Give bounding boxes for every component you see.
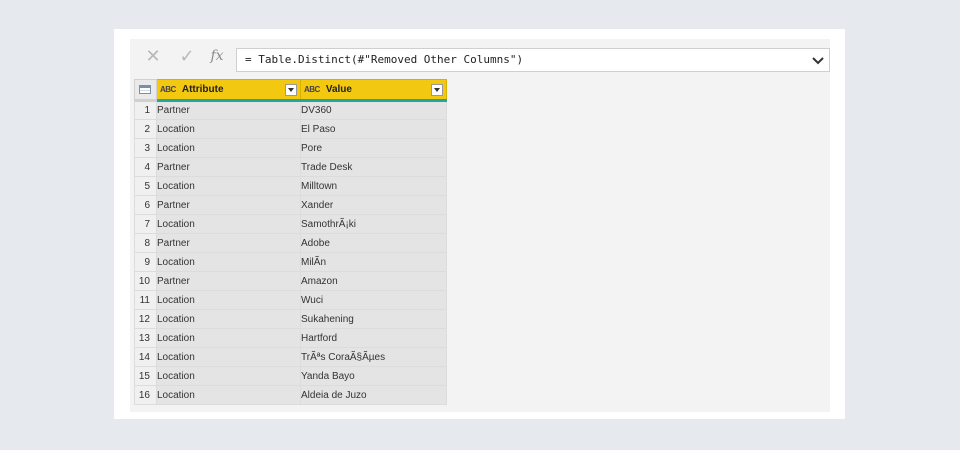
row-number[interactable]: 2	[134, 119, 157, 139]
formula-input[interactable]: = Table.Distinct(#"Removed Other Columns…	[236, 48, 830, 72]
row-number[interactable]: 3	[134, 138, 157, 158]
row-number[interactable]: 4	[134, 157, 157, 177]
attribute-cell[interactable]: Partner	[156, 100, 301, 120]
table-row: 2 Location El Paso	[134, 119, 447, 139]
row-number[interactable]: 1	[134, 100, 157, 120]
value-cell[interactable]: Adobe	[300, 233, 447, 253]
row-number[interactable]: 5	[134, 176, 157, 196]
value-cell[interactable]: Wuci	[300, 290, 447, 310]
value-cell[interactable]: TrÃªs CoraÃ§Ãµes	[300, 347, 447, 367]
row-number[interactable]: 9	[134, 252, 157, 272]
attribute-cell[interactable]: Location	[156, 119, 301, 139]
row-number[interactable]: 13	[134, 328, 157, 348]
attribute-cell[interactable]: Location	[156, 347, 301, 367]
column-header-attribute[interactable]: ABC Attribute	[156, 79, 301, 102]
attribute-cell[interactable]: Partner	[156, 233, 301, 253]
value-cell[interactable]: Amazon	[300, 271, 447, 291]
value-cell[interactable]: Pore	[300, 138, 447, 158]
value-cell[interactable]: Trade Desk	[300, 157, 447, 177]
filter-dropdown-icon[interactable]	[285, 83, 297, 96]
table-row: 5 Location Milltown	[134, 176, 447, 196]
formula-text: = Table.Distinct(#"Removed Other Columns…	[245, 53, 524, 66]
column-header-label: Attribute	[181, 84, 224, 95]
formula-bar: ✕ ✓ fx = Table.Distinct(#"Removed Other …	[130, 39, 830, 73]
table-row: 9 Location MilÃ­n	[134, 252, 447, 272]
chevron-down-icon-svg	[812, 57, 824, 65]
attribute-cell[interactable]: Partner	[156, 195, 301, 215]
table-icon	[139, 84, 151, 94]
data-grid: ABC Attribute ABC Value 1 Partner DV360 …	[134, 79, 447, 405]
table-row: 3 Location Pore	[134, 138, 447, 158]
text-type-icon[interactable]: ABC	[304, 85, 320, 94]
attribute-cell[interactable]: Partner	[156, 271, 301, 291]
type-icon-label: ABC	[160, 85, 176, 94]
attribute-cell[interactable]: Location	[156, 385, 301, 405]
value-cell[interactable]: SamothrÃ¡ki	[300, 214, 447, 234]
column-header-value[interactable]: ABC Value	[300, 79, 447, 102]
row-number[interactable]: 6	[134, 195, 157, 215]
value-cell[interactable]: Milltown	[300, 176, 447, 196]
table-row: 1 Partner DV360	[134, 100, 447, 120]
value-cell[interactable]: Aldeia de Juzo	[300, 385, 447, 405]
table-row: 7 Location SamothrÃ¡ki	[134, 214, 447, 234]
table-row: 16 Location Aldeia de Juzo	[134, 385, 447, 405]
table-row: 11 Location Wuci	[134, 290, 447, 310]
value-cell[interactable]: Hartford	[300, 328, 447, 348]
attribute-cell[interactable]: Location	[156, 328, 301, 348]
table-options-button[interactable]	[134, 79, 157, 102]
attribute-cell[interactable]: Location	[156, 309, 301, 329]
row-number[interactable]: 12	[134, 309, 157, 329]
data-preview: ABC Attribute ABC Value 1 Partner DV360 …	[130, 77, 830, 412]
attribute-cell[interactable]: Location	[156, 176, 301, 196]
value-cell[interactable]: El Paso	[300, 119, 447, 139]
table-row: 13 Location Hartford	[134, 328, 447, 348]
value-cell[interactable]: DV360	[300, 100, 447, 120]
row-number[interactable]: 7	[134, 214, 157, 234]
text-type-icon[interactable]: ABC	[160, 85, 176, 94]
type-icon-label: ABC	[304, 85, 320, 94]
grid-body: 1 Partner DV360 2 Location El Paso 3 Location Po…	[134, 100, 447, 405]
row-number[interactable]: 10	[134, 271, 157, 291]
query-editor-card: ✕ ✓ fx = Table.Distinct(#"Removed Other …	[114, 29, 845, 419]
attribute-cell[interactable]: Location	[156, 214, 301, 234]
commit-icon[interactable]: ✓	[176, 47, 198, 67]
table-row: 14 Location TrÃªs CoraÃ§Ãµes	[134, 347, 447, 367]
table-row: 15 Location Yanda Bayo	[134, 366, 447, 386]
value-cell[interactable]: MilÃ­n	[300, 252, 447, 272]
attribute-cell[interactable]: Location	[156, 252, 301, 272]
attribute-cell[interactable]: Location	[156, 290, 301, 310]
cancel-icon[interactable]: ✕	[142, 47, 164, 67]
value-cell[interactable]: Xander	[300, 195, 447, 215]
table-row: 10 Partner Amazon	[134, 271, 447, 291]
attribute-cell[interactable]: Partner	[156, 157, 301, 177]
attribute-cell[interactable]: Location	[156, 366, 301, 386]
column-header-label: Value	[325, 84, 352, 95]
table-row: 6 Partner Xander	[134, 195, 447, 215]
attribute-cell[interactable]: Location	[156, 138, 301, 158]
row-number[interactable]: 16	[134, 385, 157, 405]
value-cell[interactable]: Yanda Bayo	[300, 366, 447, 386]
table-row: 4 Partner Trade Desk	[134, 157, 447, 177]
row-number[interactable]: 15	[134, 366, 157, 386]
query-editor: ✕ ✓ fx = Table.Distinct(#"Removed Other …	[130, 39, 830, 412]
chevron-down-icon[interactable]	[806, 48, 830, 72]
table-row: 12 Location Sukahening	[134, 309, 447, 329]
row-number[interactable]: 11	[134, 290, 157, 310]
row-number[interactable]: 14	[134, 347, 157, 367]
row-number[interactable]: 8	[134, 233, 157, 253]
table-row: 8 Partner Adobe	[134, 233, 447, 253]
value-cell[interactable]: Sukahening	[300, 309, 447, 329]
filter-dropdown-icon[interactable]	[431, 83, 443, 96]
fx-icon[interactable]: fx	[206, 45, 228, 67]
